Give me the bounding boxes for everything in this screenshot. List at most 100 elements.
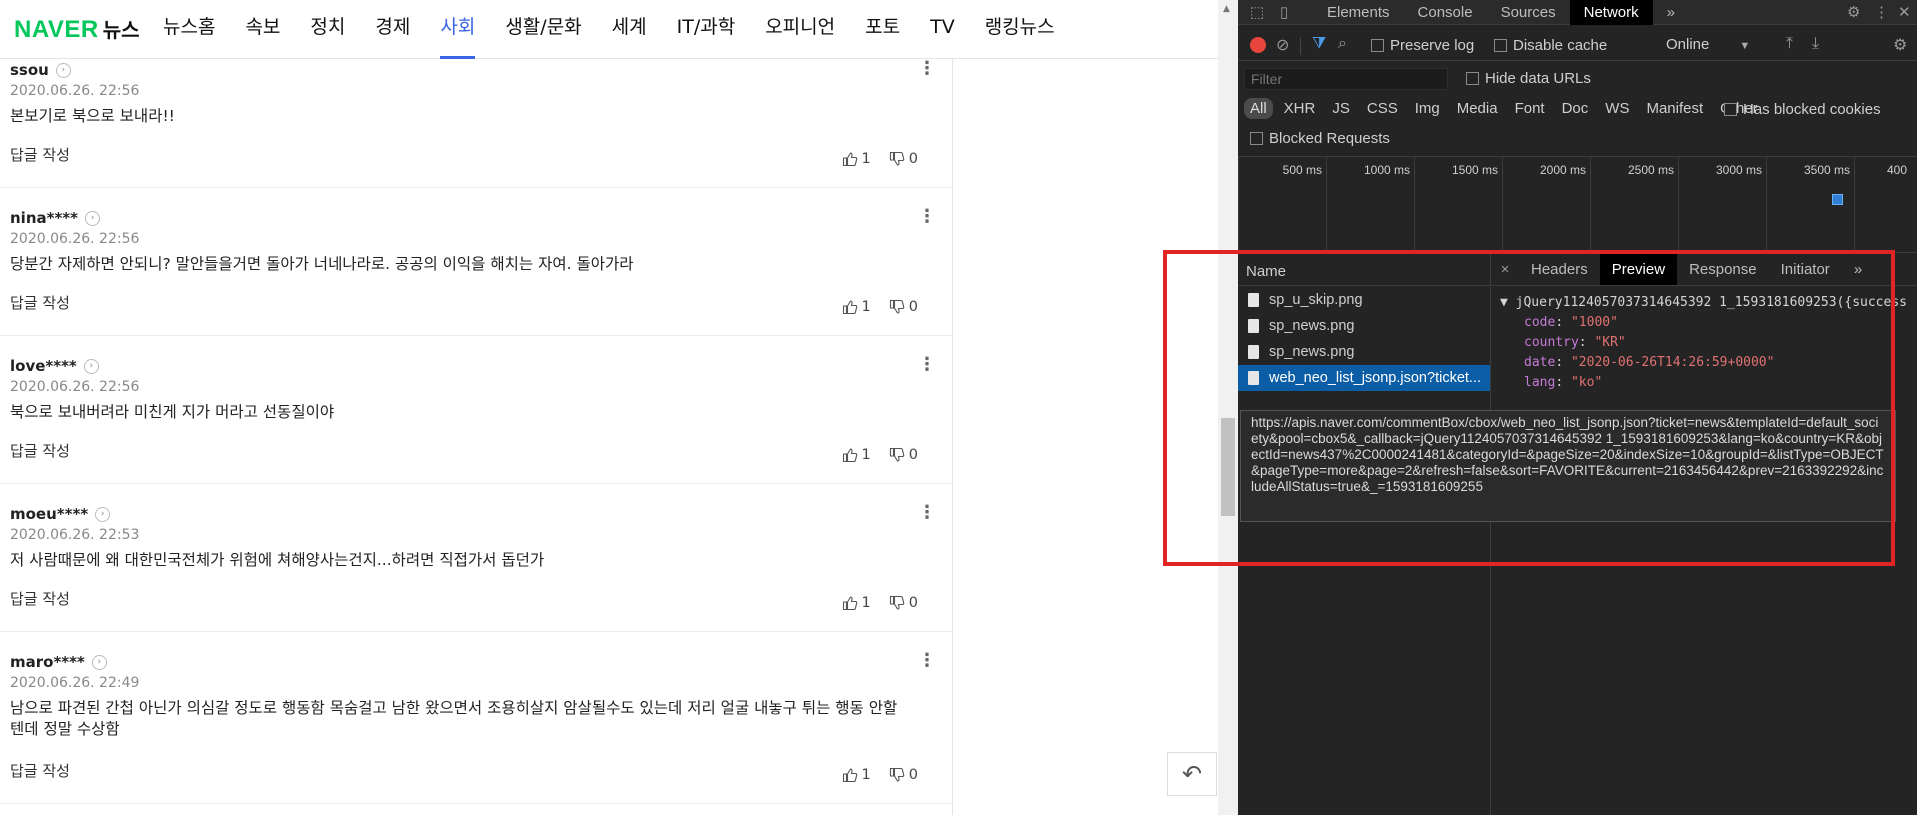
tab-network[interactable]: Network bbox=[1569, 0, 1653, 25]
has-blocked-cookies-checkbox[interactable]: Has blocked cookies bbox=[1724, 101, 1881, 118]
type-ws[interactable]: WS bbox=[1599, 98, 1635, 119]
comment-author[interactable]: maro**** › bbox=[10, 653, 107, 671]
thumbs-down-icon bbox=[889, 595, 905, 610]
tab-response[interactable]: Response bbox=[1677, 254, 1769, 285]
reply-button[interactable]: 답글 작성 bbox=[10, 760, 70, 781]
nav-opinion[interactable]: 오피니언 bbox=[765, 0, 835, 59]
type-img[interactable]: Img bbox=[1409, 98, 1446, 119]
page-scrollbar[interactable]: ▲ bbox=[1218, 0, 1238, 815]
clear-icon[interactable]: ⊘ bbox=[1276, 35, 1289, 55]
naver-news-logo[interactable]: NAVER 뉴스 bbox=[14, 14, 140, 43]
filter-icon[interactable]: ⧩ bbox=[1312, 35, 1326, 53]
comment-item: ssou › 2020.06.26. 22:56 본보기로 북으로 보내라!! 답… bbox=[0, 40, 952, 188]
comment-author[interactable]: nina**** › bbox=[10, 209, 100, 227]
network-timeline[interactable]: 500 ms 1000 ms 1500 ms 2000 ms 2500 ms 3… bbox=[1238, 156, 1917, 254]
chevron-right-icon[interactable]: › bbox=[95, 506, 111, 522]
nav-economy[interactable]: 경제 bbox=[375, 0, 410, 59]
dislike-button[interactable]: 0 bbox=[889, 151, 918, 167]
network-settings-icon[interactable]: ⚙ bbox=[1893, 35, 1907, 55]
type-manifest[interactable]: Manifest bbox=[1640, 98, 1709, 119]
more-tabs-button[interactable]: » bbox=[1653, 0, 1689, 25]
like-button[interactable]: 1 bbox=[842, 767, 871, 783]
like-button[interactable]: 1 bbox=[842, 595, 871, 611]
close-icon[interactable]: ✕ bbox=[1898, 3, 1911, 21]
chevron-right-icon[interactable]: › bbox=[83, 358, 99, 374]
tab-initiator[interactable]: Initiator bbox=[1769, 254, 1842, 285]
dislike-button[interactable]: 0 bbox=[889, 299, 918, 315]
nav-society[interactable]: 사회 bbox=[440, 0, 475, 59]
reply-button[interactable]: 답글 작성 bbox=[10, 144, 70, 165]
close-icon[interactable]: × bbox=[1491, 254, 1519, 285]
like-button[interactable]: 1 bbox=[842, 447, 871, 463]
request-row-selected[interactable]: web_neo_list_jsonp.json?ticket... bbox=[1238, 365, 1490, 391]
hide-data-urls-checkbox[interactable]: Hide data URLs bbox=[1466, 70, 1591, 87]
nav-ranking[interactable]: 랭킹뉴스 bbox=[985, 0, 1055, 59]
chevron-right-icon[interactable]: › bbox=[55, 62, 71, 78]
dislike-button[interactable]: 0 bbox=[889, 767, 918, 783]
news-menu: 뉴스홈 속보 정치 경제 사회 생활/문화 세계 IT/과학 오피니언 포토 T… bbox=[163, 0, 1055, 59]
settings-gear-icon[interactable]: ⚙ bbox=[1847, 3, 1860, 21]
type-css[interactable]: CSS bbox=[1361, 98, 1404, 119]
chevron-right-icon[interactable]: › bbox=[91, 654, 107, 670]
device-toolbar-icon[interactable]: ▯ bbox=[1280, 3, 1288, 21]
more-vertical-icon[interactable]: ⋮ bbox=[918, 208, 936, 226]
nav-politics[interactable]: 정치 bbox=[310, 0, 345, 59]
request-row[interactable]: sp_news.png bbox=[1238, 313, 1490, 339]
tab-preview[interactable]: Preview bbox=[1599, 254, 1678, 285]
nav-home[interactable]: 뉴스홈 bbox=[163, 0, 215, 59]
disable-cache-checkbox[interactable]: Disable cache bbox=[1494, 37, 1607, 54]
preview-root[interactable]: ▼ jQuery1124057037314645392 1_1593181609… bbox=[1500, 293, 1917, 313]
nav-life-culture[interactable]: 생활/문화 bbox=[505, 0, 581, 59]
nav-photo[interactable]: 포토 bbox=[865, 0, 900, 59]
more-vertical-icon[interactable]: ⋮ bbox=[1874, 3, 1889, 21]
tab-console[interactable]: Console bbox=[1404, 0, 1487, 25]
tab-elements[interactable]: Elements bbox=[1313, 0, 1404, 25]
dislike-button[interactable]: 0 bbox=[889, 595, 918, 611]
request-row[interactable]: sp_news.png bbox=[1238, 339, 1490, 365]
nav-breaking[interactable]: 속보 bbox=[245, 0, 280, 59]
more-vertical-icon[interactable]: ⋮ bbox=[918, 652, 936, 670]
tab-headers[interactable]: Headers bbox=[1519, 254, 1600, 285]
more-vertical-icon[interactable]: ⋮ bbox=[918, 356, 936, 374]
comment-author[interactable]: love**** › bbox=[10, 357, 99, 375]
like-button[interactable]: 1 bbox=[842, 299, 871, 315]
undo-arrow-icon[interactable]: ↶ bbox=[1167, 752, 1217, 796]
scroll-up-icon[interactable]: ▲ bbox=[1223, 4, 1230, 14]
type-media[interactable]: Media bbox=[1451, 98, 1504, 119]
comment-author[interactable]: moeu**** › bbox=[10, 505, 111, 523]
download-icon[interactable]: ⤓ bbox=[1812, 35, 1819, 53]
more-vertical-icon[interactable]: ⋮ bbox=[918, 60, 936, 78]
type-js[interactable]: JS bbox=[1326, 98, 1356, 119]
type-xhr[interactable]: XHR bbox=[1278, 98, 1322, 119]
scrollbar-thumb[interactable] bbox=[1221, 418, 1235, 516]
type-doc[interactable]: Doc bbox=[1556, 98, 1595, 119]
more-vertical-icon[interactable]: ⋮ bbox=[918, 504, 936, 522]
blocked-requests-checkbox[interactable]: Blocked Requests bbox=[1250, 130, 1390, 147]
like-button[interactable]: 1 bbox=[842, 151, 871, 167]
record-icon[interactable] bbox=[1250, 37, 1266, 53]
throttling-select[interactable]: Online ▼ bbox=[1666, 36, 1750, 53]
preserve-log-checkbox[interactable]: Preserve log bbox=[1371, 37, 1474, 54]
nav-tv[interactable]: TV bbox=[930, 0, 955, 59]
request-detail-tabs: × Headers Preview Response Initiator » bbox=[1491, 254, 1917, 286]
more-tabs-button[interactable]: » bbox=[1842, 254, 1874, 285]
preview-field: lang: "ko" bbox=[1524, 375, 1603, 390]
type-all[interactable]: All bbox=[1244, 98, 1273, 119]
inspect-element-icon[interactable]: ⬚ bbox=[1250, 3, 1264, 21]
name-column-header[interactable]: Name bbox=[1238, 254, 1491, 286]
dislike-button[interactable]: 0 bbox=[889, 447, 918, 463]
reply-button[interactable]: 답글 작성 bbox=[10, 440, 70, 461]
tab-sources[interactable]: Sources bbox=[1487, 0, 1570, 25]
request-row[interactable]: sp_u_skip.png bbox=[1238, 287, 1490, 313]
reply-button[interactable]: 답글 작성 bbox=[10, 588, 70, 609]
filter-input[interactable] bbox=[1244, 68, 1448, 90]
nav-it-science[interactable]: IT/과학 bbox=[677, 0, 736, 59]
author-nick: nina**** bbox=[10, 209, 78, 227]
reply-button[interactable]: 답글 작성 bbox=[10, 292, 70, 313]
upload-icon[interactable]: ⤒ bbox=[1786, 35, 1793, 53]
comment-author[interactable]: ssou › bbox=[10, 61, 71, 79]
nav-world[interactable]: 세계 bbox=[612, 0, 647, 59]
type-font[interactable]: Font bbox=[1509, 98, 1551, 119]
search-icon[interactable]: ⌕ bbox=[1338, 35, 1347, 53]
chevron-right-icon[interactable]: › bbox=[85, 210, 100, 226]
